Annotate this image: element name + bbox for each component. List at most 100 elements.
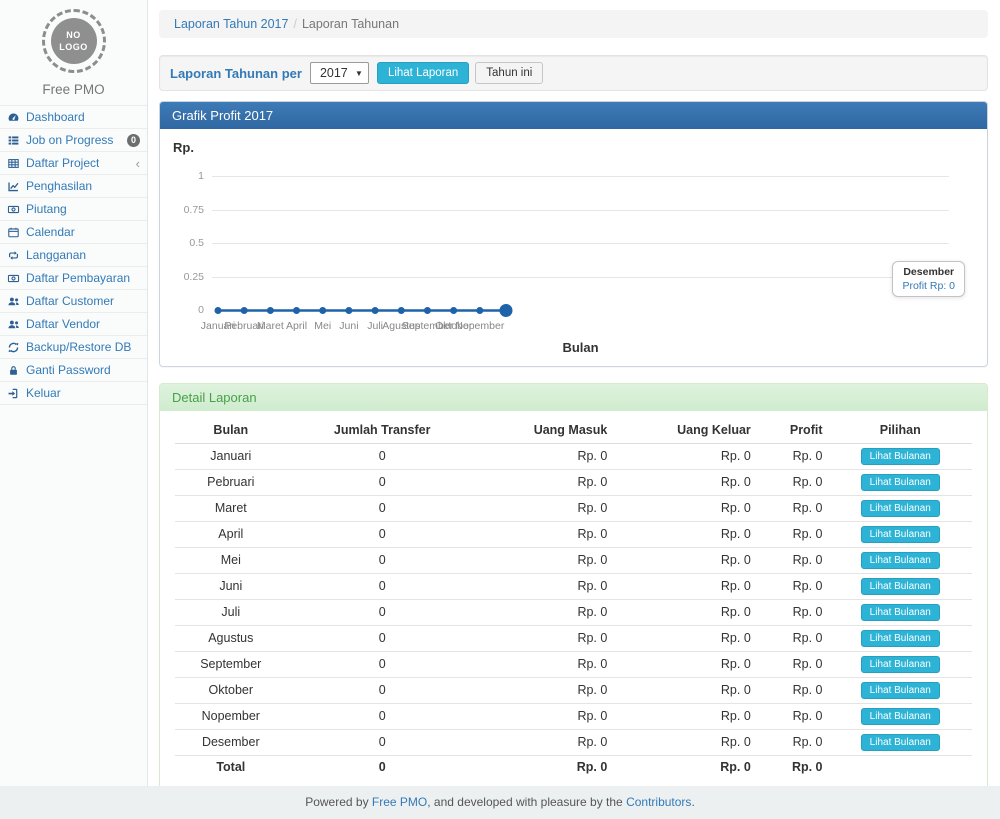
sidebar-item-daftar-project[interactable]: Daftar Project‹ [0, 152, 147, 175]
table-row: September0Rp. 0Rp. 0Rp. 0Lihat Bulanan [175, 652, 972, 678]
cell-pilihan: Lihat Bulanan [829, 678, 973, 704]
sidebar-item-label: Dashboard [26, 110, 85, 124]
cell-bulan: Juni [175, 574, 287, 600]
sidebar-item-label: Keluar [26, 386, 61, 400]
free-pmo-link[interactable]: Free PMO [372, 795, 427, 809]
data-point-april[interactable] [293, 307, 300, 314]
column-header-bulan: Bulan [175, 417, 287, 444]
tachometer-icon [7, 111, 21, 124]
cell-bulan: Januari [175, 444, 287, 470]
sidebar-item-label: Calendar [26, 225, 75, 239]
sidebar-item-label: Piutang [26, 202, 67, 216]
year-select[interactable]: 2017 [310, 62, 369, 84]
sidebar-item-label: Daftar Project [26, 156, 99, 170]
filter-bar: Laporan Tahunan per 2017 ▼ Lihat Laporan… [159, 55, 988, 91]
cell-uang_masuk: Rp. 0 [478, 574, 613, 600]
cell-bulan: Mei [175, 548, 287, 574]
lihat-bulanan-button[interactable]: Lihat Bulanan [861, 500, 940, 517]
sidebar-item-daftar-vendor[interactable]: Daftar Vendor [0, 313, 147, 336]
sidebar-item-ganti-password[interactable]: Ganti Password [0, 359, 147, 382]
data-point-pebruari[interactable] [241, 307, 248, 314]
cell-bulan: Pebruari [175, 470, 287, 496]
cell-profit: Rp. 0 [757, 548, 829, 574]
sidebar-item-job-on-progress[interactable]: Job on Progress0 [0, 129, 147, 152]
data-point-agustus[interactable] [398, 307, 405, 314]
footer-text: Powered by [305, 795, 372, 809]
data-point-mei[interactable] [319, 307, 326, 314]
no-logo-text: NO LOGO [51, 18, 97, 64]
cell-uang_masuk: Rp. 0 [478, 652, 613, 678]
data-point-september[interactable] [424, 307, 431, 314]
cell-profit: Rp. 0 [757, 522, 829, 548]
table-row: Maret0Rp. 0Rp. 0Rp. 0Lihat Bulanan [175, 496, 972, 522]
data-point-januari[interactable] [215, 307, 222, 314]
y-tick-label: 0 [160, 304, 204, 316]
sidebar-item-langganan[interactable]: Langganan [0, 244, 147, 267]
table-row: Nopember0Rp. 0Rp. 0Rp. 0Lihat Bulanan [175, 704, 972, 730]
data-point-juli[interactable] [372, 307, 379, 314]
data-point-oktober[interactable] [450, 307, 457, 314]
tahun-ini-button[interactable]: Tahun ini [475, 62, 543, 84]
detail-laporan-panel: Detail Laporan BulanJumlah TransferUang … [159, 383, 988, 793]
lihat-laporan-button[interactable]: Lihat Laporan [377, 62, 469, 84]
data-point-desember[interactable] [500, 304, 513, 317]
column-header-profit: Profit [757, 417, 829, 444]
sidebar-item-calendar[interactable]: Calendar [0, 221, 147, 244]
lihat-bulanan-button[interactable]: Lihat Bulanan [861, 526, 940, 543]
cell-uang_keluar: Rp. 0 [613, 444, 756, 470]
data-point-nopember[interactable] [476, 307, 483, 314]
lihat-bulanan-button[interactable]: Lihat Bulanan [861, 552, 940, 569]
lihat-bulanan-button[interactable]: Lihat Bulanan [861, 708, 940, 725]
x-tick-label: Nopember [440, 320, 520, 332]
cell-uang_keluar: Rp. 0 [613, 600, 756, 626]
cell-uang_keluar: Rp. 0 [613, 496, 756, 522]
lihat-bulanan-button[interactable]: Lihat Bulanan [861, 682, 940, 699]
lihat-bulanan-button[interactable]: Lihat Bulanan [861, 630, 940, 647]
cell-uang_keluar: Rp. 0 [613, 756, 756, 780]
sidebar-item-backup-restore-db[interactable]: Backup/Restore DB [0, 336, 147, 359]
sidebar-item-label: Daftar Pembayaran [26, 271, 130, 285]
column-header-pilihan: Pilihan [829, 417, 973, 444]
contributors-link[interactable]: Contributors [626, 795, 691, 809]
sidebar-item-keluar[interactable]: Keluar [0, 382, 147, 405]
breadcrumb-link[interactable]: Laporan Tahun 2017 [174, 17, 288, 31]
lihat-bulanan-button[interactable]: Lihat Bulanan [861, 578, 940, 595]
cell-bulan: Oktober [175, 678, 287, 704]
cell-pilihan: Lihat Bulanan [829, 548, 973, 574]
cell-bulan: September [175, 652, 287, 678]
cell-profit: Rp. 0 [757, 496, 829, 522]
sidebar-item-penghasilan[interactable]: Penghasilan [0, 175, 147, 198]
table-total-row: Total0Rp. 0Rp. 0Rp. 0 [175, 756, 972, 780]
sidebar-item-daftar-customer[interactable]: Daftar Customer [0, 290, 147, 313]
detail-panel-title: Detail Laporan [160, 384, 987, 411]
chart-tooltip-value: Profit Rp: 0 [902, 280, 955, 292]
filter-label: Laporan Tahunan per [170, 66, 302, 81]
data-point-maret[interactable] [267, 307, 274, 314]
lihat-bulanan-button[interactable]: Lihat Bulanan [861, 656, 940, 673]
sidebar-item-piutang[interactable]: Piutang [0, 198, 147, 221]
cell-pilihan: Lihat Bulanan [829, 496, 973, 522]
table-row: Mei0Rp. 0Rp. 0Rp. 0Lihat Bulanan [175, 548, 972, 574]
data-point-juni[interactable] [345, 307, 352, 314]
cell-uang_masuk: Rp. 0 [478, 548, 613, 574]
footer-text: . [691, 795, 694, 809]
cell-bulan: Maret [175, 496, 287, 522]
lihat-bulanan-button[interactable]: Lihat Bulanan [861, 734, 940, 751]
main-content: Laporan Tahun 2017/Laporan Tahunan Lapor… [148, 0, 1000, 786]
line-chart-icon [7, 180, 21, 193]
cell-profit: Rp. 0 [757, 600, 829, 626]
cell-profit: Rp. 0 [757, 730, 829, 756]
cell-uang_keluar: Rp. 0 [613, 652, 756, 678]
lihat-bulanan-button[interactable]: Lihat Bulanan [861, 604, 940, 621]
users-icon [7, 295, 21, 308]
lihat-bulanan-button[interactable]: Lihat Bulanan [861, 448, 940, 465]
cell-uang_keluar: Rp. 0 [613, 678, 756, 704]
table-row: Juni0Rp. 0Rp. 0Rp. 0Lihat Bulanan [175, 574, 972, 600]
chart-tooltip-title: Desember [902, 266, 955, 278]
cell-profit: Rp. 0 [757, 678, 829, 704]
cell-jumlah_transfer: 0 [287, 730, 478, 756]
sidebar-item-dashboard[interactable]: Dashboard [0, 106, 147, 129]
lihat-bulanan-button[interactable]: Lihat Bulanan [861, 474, 940, 491]
sidebar-item-daftar-pembayaran[interactable]: Daftar Pembayaran [0, 267, 147, 290]
chart-tooltip: Desember Profit Rp: 0 [892, 261, 965, 297]
